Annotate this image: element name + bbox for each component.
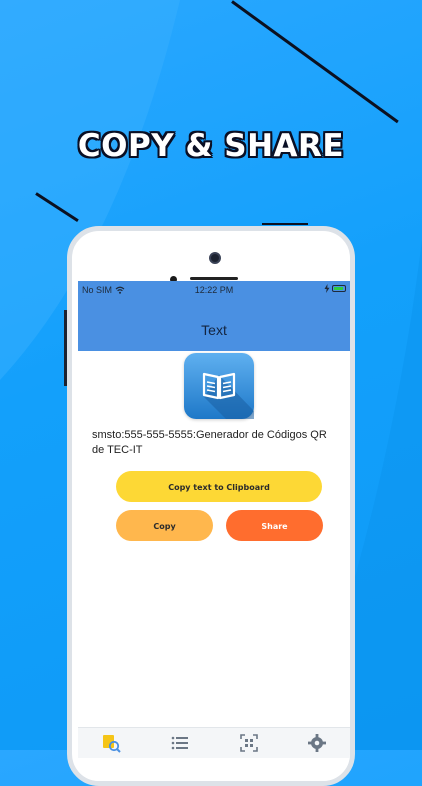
list-icon bbox=[171, 736, 188, 750]
page-title: Text bbox=[201, 322, 227, 338]
phone-frame: No SIM 12:22 PM Text smsto:555-555-5555:… bbox=[67, 226, 355, 786]
navigation-bar: Text bbox=[78, 299, 350, 351]
qr-scan-icon bbox=[240, 734, 258, 752]
headline: COPY & SHARE bbox=[77, 128, 345, 164]
app-screen: No SIM 12:22 PM Text smsto:555-555-5555:… bbox=[78, 281, 350, 781]
status-time: 12:22 PM bbox=[194, 285, 234, 295]
decorative-line bbox=[35, 192, 79, 222]
earpiece-speaker bbox=[190, 277, 238, 280]
phone-side-button bbox=[64, 310, 67, 386]
tab-qr-scan[interactable] bbox=[238, 732, 260, 754]
tab-list[interactable] bbox=[169, 732, 191, 754]
tab-scan-history[interactable] bbox=[100, 732, 122, 754]
open-book-icon bbox=[184, 353, 254, 419]
copy-button[interactable]: Copy bbox=[116, 510, 213, 541]
charging-bolt-icon bbox=[324, 284, 330, 293]
status-bar: No SIM 12:22 PM bbox=[78, 281, 350, 299]
front-camera bbox=[209, 252, 221, 264]
tab-bar bbox=[78, 727, 350, 758]
status-right bbox=[324, 284, 346, 293]
tab-settings[interactable] bbox=[306, 732, 328, 754]
scanned-content-text: smsto:555-555-5555:Generador de Códigos … bbox=[92, 429, 327, 456]
decorative-line bbox=[231, 0, 399, 124]
share-button[interactable]: Share bbox=[226, 510, 323, 541]
gear-icon bbox=[308, 734, 326, 752]
battery-charging-icon bbox=[332, 285, 346, 292]
decorative-line bbox=[262, 223, 308, 225]
copy-to-clipboard-button[interactable]: Copy text to Clipboard bbox=[116, 471, 322, 502]
scan-history-icon bbox=[103, 735, 121, 753]
